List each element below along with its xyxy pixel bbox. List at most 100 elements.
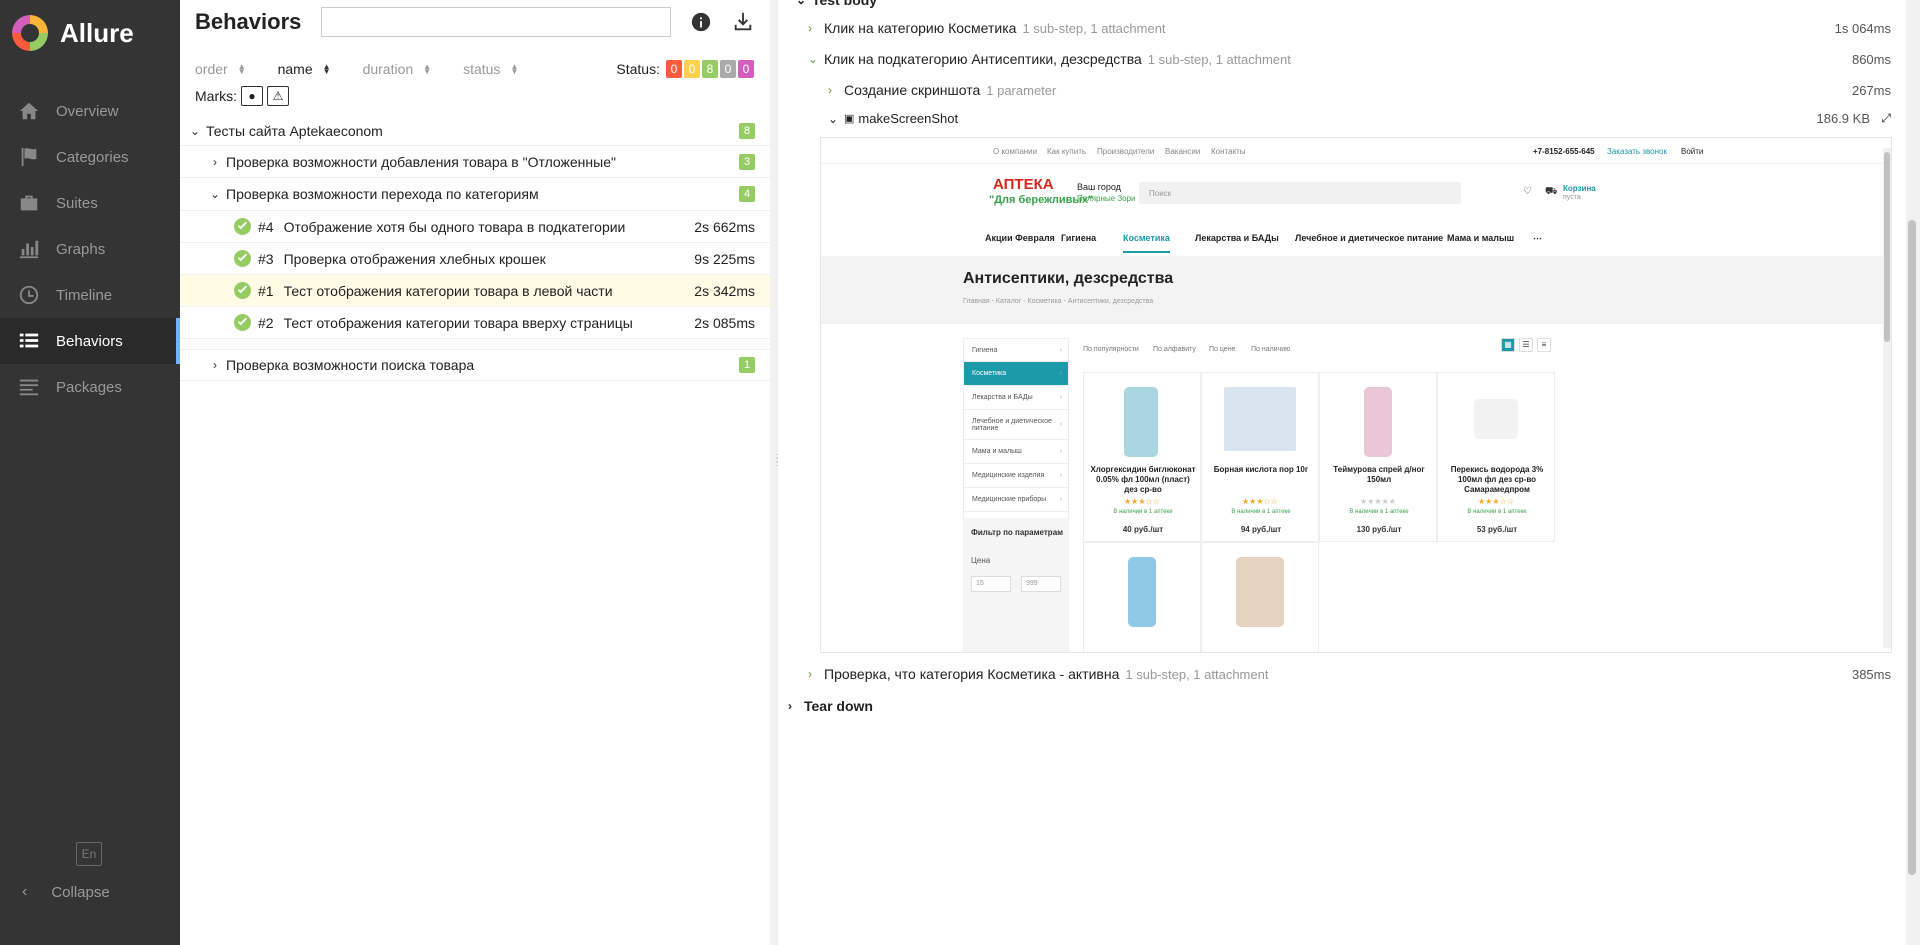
shot-top-link: Вакансии — [1165, 147, 1201, 156]
sort-duration-label: duration — [362, 61, 414, 77]
sort-name[interactable]: name ▲ ▼ — [278, 61, 331, 77]
test-duration: 9s 225ms — [694, 250, 755, 267]
sidebar-item-label: Timeline — [56, 286, 113, 304]
sort-status[interactable]: status ▲ ▼ — [463, 61, 518, 77]
step-row[interactable]: › Клик на категорию Косметика 1 sub-step… — [808, 20, 1906, 36]
attachment-size: 186.9 KB — [1816, 111, 1871, 126]
test-row-selected[interactable]: #1 Тест отображения категории товара в л… — [180, 275, 770, 307]
tear-down-header[interactable]: › Tear down — [788, 698, 873, 714]
tree-group-feature[interactable]: › Проверка возможности добавления товара… — [180, 146, 770, 178]
info-icon[interactable] — [689, 10, 713, 34]
warning-icon[interactable]: ⚠ — [267, 86, 289, 106]
test-row[interactable]: #4 Отображение хотя бы одного товара в п… — [180, 211, 770, 243]
status-failed-badge[interactable]: 0 — [666, 60, 682, 78]
sidebar-item-packages[interactable]: Packages — [0, 364, 180, 410]
step-row[interactable]: › Создание скриншота 1 parameter 267ms — [828, 82, 1906, 98]
shot-side-item: Лечебное и диетическое питание — [963, 410, 1069, 440]
shot-product-card: Борная кислота пор 10г ★★★☆☆ В наличии в… — [1201, 372, 1319, 542]
shot-sort-option: По алфавиту — [1153, 346, 1196, 353]
shot-product-image — [1364, 387, 1392, 457]
sidebar-item-graphs[interactable]: Graphs — [0, 226, 180, 272]
sort-bar: order ▲ ▼ name ▲ ▼ duration ▲ ▼ status ▲ ▼ Statu… — [180, 54, 770, 84]
shot-rating-stars-icon: ★★★★★ — [1360, 497, 1396, 506]
flaky-bomb-icon[interactable]: ● — [241, 86, 263, 106]
shot-cart-sub: пуста — [1563, 194, 1581, 201]
step-row[interactable]: ⌄ Клик на подкатегорию Антисептики, дезс… — [808, 51, 1906, 67]
shot-product-card: Теймурова спрей д/ног 150мл ★★★★★ В нали… — [1319, 372, 1437, 542]
language-toggle[interactable]: En — [76, 842, 102, 866]
test-row[interactable]: #2 Тест отображения категории товара вве… — [180, 307, 770, 339]
tree-group-feature[interactable]: ⌄ Проверка возможности перехода по катег… — [180, 178, 770, 211]
shot-menu-item: Лекарства и БАДы — [1195, 233, 1279, 243]
chevron-left-icon: ‹ — [22, 883, 28, 900]
details-scrollbar-thumb[interactable] — [1908, 220, 1916, 875]
sort-arrows-icon: ▲ ▼ — [237, 62, 246, 76]
flag-icon — [18, 146, 40, 168]
sidebar-item-behaviors[interactable]: Behaviors — [0, 318, 180, 364]
marks-label: Marks: — [195, 88, 237, 104]
brand-name: Allure — [60, 17, 134, 48]
shot-top-link: О компании — [993, 147, 1038, 156]
tree-group-feature[interactable]: › Проверка возможности поиска товара 1 — [180, 349, 770, 381]
behaviors-pane: Behaviors order ▲ ▼ name ▲ ▼ duration ▲ ▼ stat… — [180, 0, 770, 945]
tree-group-root[interactable]: ⌄ Тесты сайта Aptekaeconom 8 — [180, 116, 770, 146]
shot-menu-item: Акции Февраля — [985, 233, 1055, 243]
shot-sort-option: По наличию — [1251, 346, 1291, 353]
status-broken-badge[interactable]: 0 — [684, 60, 700, 78]
sort-order[interactable]: order ▲ ▼ — [195, 61, 246, 77]
chevron-down-icon: ⌄ — [209, 187, 221, 201]
sort-arrows-icon: ▲ ▼ — [423, 62, 432, 76]
test-number: #3 — [258, 250, 274, 267]
sort-duration[interactable]: duration ▲ ▼ — [363, 61, 432, 77]
step-meta: 1 parameter — [986, 82, 1057, 98]
shot-login: Войти — [1681, 147, 1704, 156]
test-row[interactable]: #3 Проверка отображения хлебных крошек 9… — [180, 243, 770, 275]
status-skipped-badge[interactable]: 0 — [720, 60, 736, 78]
test-name: Тест отображения категории товара в лево… — [283, 282, 613, 299]
sidebar-item-label: Behaviors — [56, 332, 123, 350]
brand[interactable]: Allure — [0, 0, 180, 66]
shot-menu-item-active: Косметика — [1123, 233, 1170, 253]
section-title: Tear down — [804, 698, 873, 714]
test-duration: 2s 662ms — [694, 218, 755, 235]
chevron-right-icon: › — [828, 83, 832, 97]
shot-callback: Заказать звонок — [1607, 147, 1667, 156]
step-row[interactable]: › Проверка, что категория Косметика - ак… — [808, 666, 1906, 682]
shot-sort-option: По цене — [1209, 346, 1236, 353]
shot-availability: В наличии в 1 аптеке — [1231, 509, 1291, 515]
chevron-down-icon: ⌄ — [189, 123, 201, 138]
step-duration: 860ms — [1851, 51, 1891, 67]
count-badge: 4 — [739, 186, 755, 202]
attachment-row[interactable]: ⌄ ▣ makeScreenShot 186.9 KB ⤢ — [828, 111, 1906, 126]
download-icon[interactable] — [731, 10, 755, 34]
sort-name-label: name — [277, 61, 313, 77]
sidebar-item-categories[interactable]: Categories — [0, 134, 180, 180]
step-label: Клик на категорию Косметика — [824, 20, 1017, 36]
shot-table-view-icon: ≡ — [1537, 338, 1551, 352]
status-unknown-badge[interactable]: 0 — [738, 60, 754, 78]
shot-search-placeholder: Поиск — [1149, 189, 1172, 198]
shot-menu-item: Лечебное и диетическое питание — [1295, 233, 1444, 243]
status-passed-badge[interactable]: 8 — [702, 60, 718, 78]
shot-scrollbar-thumb — [1884, 152, 1890, 342]
shot-breadcrumbs: Главная - Каталог - Косметика - Антисепт… — [963, 298, 1154, 305]
briefcase-icon — [18, 192, 40, 214]
test-body-header[interactable]: ⌄ Test body — [796, 0, 877, 8]
shot-top-link: Производители — [1097, 147, 1155, 156]
expand-icon[interactable]: ⤢ — [1881, 111, 1891, 126]
sidebar-item-timeline[interactable]: Timeline — [0, 272, 180, 318]
chevron-right-icon: › — [808, 667, 812, 681]
sidebar-item-overview[interactable]: Overview — [0, 88, 180, 134]
shot-side-item: Медицинские изделия — [963, 464, 1069, 488]
step-duration: 267ms — [1851, 82, 1891, 98]
shot-logo: АПТЕКА — [993, 176, 1054, 193]
passed-check-icon — [234, 314, 251, 331]
sort-status-label: status — [463, 61, 501, 77]
shot-price: 53 руб./шт — [1476, 525, 1518, 534]
sidebar-item-suites[interactable]: Suites — [0, 180, 180, 226]
collapse-button[interactable]: ‹ Collapse — [0, 874, 110, 910]
shot-top-link: Контакты — [1211, 147, 1246, 156]
allure-logo-icon — [12, 15, 48, 51]
search-input[interactable] — [321, 7, 672, 37]
shot-product-image — [1224, 387, 1296, 451]
